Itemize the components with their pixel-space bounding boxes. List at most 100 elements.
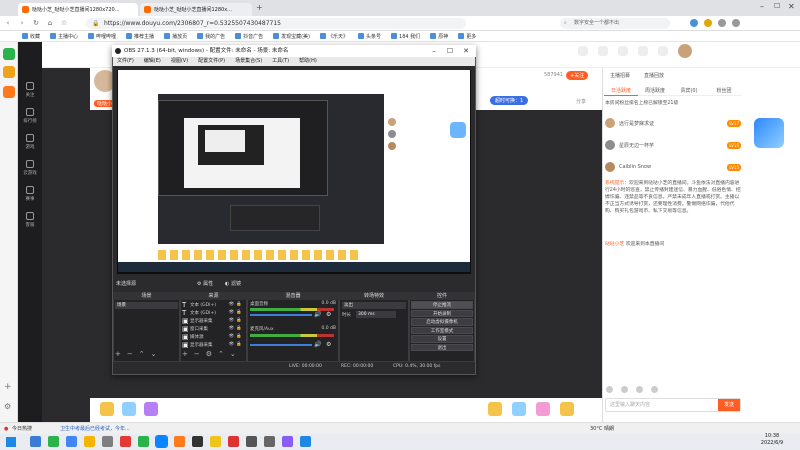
source-item[interactable]: ▣ 媒体源 👁 🔒 bbox=[182, 333, 242, 341]
sidebar-app-icon[interactable] bbox=[3, 66, 15, 78]
obs-menu-item[interactable]: 工具(T) bbox=[272, 57, 289, 66]
down-icon[interactable]: ⌄ bbox=[230, 350, 236, 358]
browser-tab-active[interactable]: 哒哒小芝_哒哒小芝直播间1280x720... bbox=[18, 3, 138, 16]
bookmark-item[interactable]: 更多 bbox=[458, 33, 476, 40]
source-item[interactable]: T 文本 (GDI+) 👁 🔒 bbox=[182, 301, 242, 309]
refresh-icon[interactable]: ↻ bbox=[32, 19, 40, 27]
gift-icon[interactable] bbox=[144, 402, 158, 416]
obs-menu-item[interactable]: 编辑(E) bbox=[144, 57, 161, 66]
obs-menu-item[interactable]: 场景集合(S) bbox=[235, 57, 262, 66]
taskbar-app-icon[interactable] bbox=[138, 436, 149, 447]
tab-vip[interactable]: 贵宾(0) bbox=[672, 87, 706, 96]
download-icon[interactable] bbox=[618, 46, 628, 56]
favorite-star-icon[interactable]: ☆ bbox=[60, 19, 68, 27]
obs-minimize-icon[interactable]: – bbox=[428, 45, 440, 57]
back-icon[interactable]: ‹ bbox=[4, 19, 12, 27]
gear-icon[interactable]: ⚙ bbox=[206, 350, 212, 358]
taskbar-app-icon[interactable] bbox=[192, 436, 203, 447]
gift-icon[interactable] bbox=[560, 402, 574, 416]
bookmark-item[interactable]: 《乐天》 bbox=[320, 33, 348, 40]
gift-icon[interactable] bbox=[536, 402, 550, 416]
obs-menu-item[interactable]: 配置文件(P) bbox=[198, 57, 225, 66]
taskbar-app-icon[interactable] bbox=[84, 436, 95, 447]
lock-icon[interactable]: 🔒 bbox=[236, 318, 242, 323]
extension-icon[interactable] bbox=[690, 19, 698, 27]
desktop-volume-slider[interactable] bbox=[250, 314, 312, 316]
obs-menu-item[interactable]: 帮助(H) bbox=[299, 57, 317, 66]
source-item[interactable]: T 文本 (GDI+) 👁 🔒 bbox=[182, 309, 242, 317]
mic-volume-slider[interactable] bbox=[250, 344, 312, 346]
lock-icon[interactable]: 🔒 bbox=[236, 302, 242, 307]
share-button[interactable]: 分享 bbox=[576, 98, 586, 105]
chat-settings-icon[interactable] bbox=[651, 386, 658, 393]
news-text[interactable]: 卫生中考最后已经考试，今年... bbox=[60, 423, 130, 435]
visibility-icon[interactable]: 👁 bbox=[229, 326, 235, 331]
send-button[interactable]: 发送 bbox=[718, 399, 740, 411]
properties-button[interactable]: ⚙ 属性 bbox=[197, 280, 213, 289]
menu-icon[interactable] bbox=[718, 19, 726, 27]
bookmark-item[interactable]: 头条号 bbox=[358, 33, 381, 40]
source-item[interactable]: ▣ 显示器采集 👁 🔒 bbox=[182, 341, 242, 349]
top-user-row[interactable]: Caiblin Snow LV15 bbox=[605, 158, 741, 176]
browser-search-input[interactable]: ⌕ 数字安全一个都不出 bbox=[560, 18, 670, 29]
taskbar-app-icon[interactable] bbox=[120, 436, 131, 447]
nav-item[interactable]: 游戏 bbox=[18, 134, 42, 154]
bookmark-item[interactable]: 主播中心 bbox=[50, 33, 78, 40]
system-clock[interactable]: 10:38 2022/6/9 bbox=[752, 433, 792, 447]
broadcast-icon[interactable] bbox=[658, 46, 668, 56]
nav-item[interactable]: 客服 bbox=[18, 212, 42, 232]
duration-input[interactable]: 300 ms bbox=[356, 311, 396, 318]
start-icon[interactable] bbox=[6, 437, 16, 447]
user-avatar[interactable] bbox=[678, 44, 692, 58]
emoji-icon[interactable] bbox=[606, 386, 613, 393]
event-badge[interactable]: 超时可换：1 bbox=[490, 96, 529, 105]
address-bar[interactable]: 🔒 https://www.douyu.com/2306807_r=0.5325… bbox=[86, 18, 466, 29]
top-user-row[interactable]: 星辰无边一杯芋 LV16 bbox=[605, 136, 741, 154]
obs-maximize-icon[interactable]: ☐ bbox=[444, 45, 456, 57]
bookmark-item[interactable]: 播放页 bbox=[164, 33, 187, 40]
promo-image[interactable] bbox=[754, 118, 784, 148]
taskbar-app-icon[interactable] bbox=[155, 435, 168, 448]
home-icon[interactable]: ⌂ bbox=[46, 19, 54, 27]
streamer-recruit-link[interactable]: 主播招募 bbox=[610, 72, 630, 79]
taskbar-app-icon[interactable] bbox=[228, 436, 239, 447]
lock-icon[interactable]: 🔒 bbox=[236, 342, 242, 347]
visibility-icon[interactable]: 👁 bbox=[229, 334, 235, 339]
sidebar-settings-icon[interactable]: ⚙ bbox=[4, 402, 11, 411]
control-button[interactable]: 工作室模式 bbox=[411, 326, 473, 334]
bookmark-item[interactable]: 我的广告 bbox=[197, 33, 225, 40]
follow-icon[interactable] bbox=[598, 46, 608, 56]
replay-link[interactable]: 直播回放 bbox=[644, 72, 664, 79]
taskbar-app-icon[interactable] bbox=[30, 436, 41, 447]
fans-icon[interactable] bbox=[636, 386, 643, 393]
nav-item[interactable]: 云游戏 bbox=[18, 160, 42, 180]
visibility-icon[interactable]: 👁 bbox=[229, 310, 235, 315]
taskbar-app-icon[interactable] bbox=[48, 436, 59, 447]
obs-close-icon[interactable]: ✕ bbox=[460, 45, 472, 57]
sidebar-add-icon[interactable]: + bbox=[4, 382, 12, 392]
history-icon[interactable] bbox=[578, 46, 588, 56]
source-item[interactable]: ▣ 窗口采集 👁 🔒 bbox=[182, 325, 242, 333]
visibility-icon[interactable]: 👁 bbox=[229, 302, 235, 307]
taskbar-app-icon[interactable] bbox=[264, 436, 275, 447]
maximize-icon[interactable]: ☐ bbox=[774, 2, 780, 10]
visibility-icon[interactable]: 👁 bbox=[229, 342, 235, 347]
gear-icon[interactable]: ⚙ bbox=[326, 341, 331, 348]
gift-icon[interactable] bbox=[512, 402, 526, 416]
browser-tab[interactable]: 哒哒小芝_哒哒小芝直播间1280x... bbox=[140, 3, 252, 16]
forward-icon[interactable]: › bbox=[18, 19, 26, 27]
speaker-icon[interactable]: 🔊 bbox=[314, 341, 321, 348]
taskbar-app-icon[interactable] bbox=[282, 436, 293, 447]
visibility-icon[interactable]: 👁 bbox=[229, 318, 235, 323]
remove-icon[interactable]: − bbox=[127, 350, 133, 358]
filters-button[interactable]: ◐ 滤镜 bbox=[225, 280, 241, 289]
bookmark-item[interactable]: 抖音广告 bbox=[235, 33, 263, 40]
bookmark-item[interactable]: 推荐主播 bbox=[126, 33, 154, 40]
obs-menu-item[interactable]: 文件(F) bbox=[117, 57, 134, 66]
control-button[interactable]: 开始录制 bbox=[411, 309, 473, 317]
up-icon[interactable]: ⌃ bbox=[218, 350, 224, 358]
add-icon[interactable]: + bbox=[115, 350, 121, 358]
minimize-icon[interactable]: – bbox=[760, 2, 764, 11]
lock-icon[interactable]: 🔒 bbox=[236, 326, 242, 331]
sidebar-app-icon[interactable] bbox=[3, 86, 15, 98]
